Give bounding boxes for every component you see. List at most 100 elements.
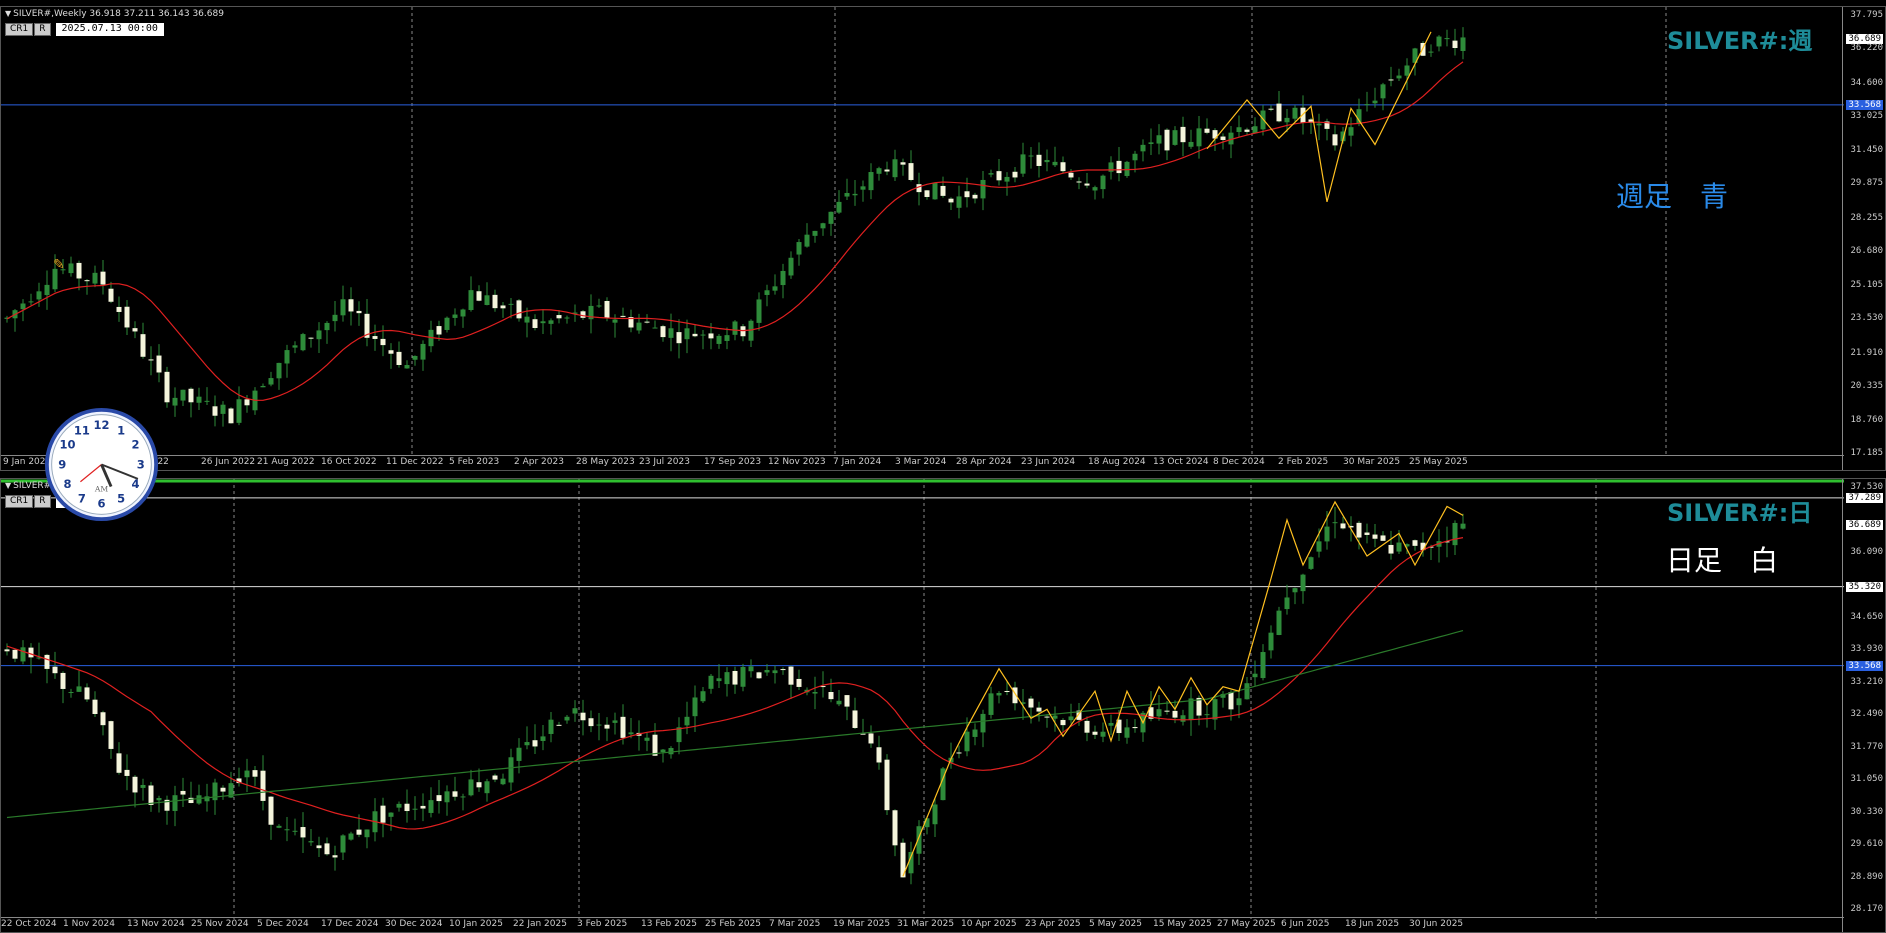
candle-body [828,211,834,224]
weekly-button-row: CR1 R 2025.07.13 00:00 [5,23,164,36]
clock-number: 8 [63,477,71,491]
candle-body [612,720,618,723]
weekly-header-text: SILVER#,Weekly 36.918 37.211 36.143 36.6… [13,9,224,19]
candle-body [324,322,330,331]
daily-chart-pane[interactable]: ▼SILVER# ...279 36.689 CR1 R 00 SILVER#:… [0,478,1886,933]
candle-body [388,812,394,817]
candle-body [788,666,794,685]
candle-body [1452,40,1458,49]
candle-body [1124,161,1130,176]
date-label: 13 Feb 2025 [641,919,698,929]
price-tick: 29.875 [1850,178,1883,189]
r-button[interactable]: R [34,23,51,36]
cr1-button[interactable]: CR1 [5,23,34,36]
candle-body [1076,181,1082,183]
candle-body [436,326,442,335]
candle-body [772,286,778,291]
candle-body [1260,652,1266,679]
candle-body [1316,541,1322,552]
weekly-price-axis[interactable]: 37.795 36.689 36.220 34.600 33.568 33.025 31.4… [1842,7,1885,470]
cr1-button[interactable]: CR1 [5,495,34,508]
candle-body [332,314,338,322]
candle-body [588,718,594,727]
daily-price-axis[interactable]: 37.530 37.289 36.689 36.090 35.320 34.650 33.9… [1842,479,1885,932]
candle-body [1332,134,1338,146]
candle-body [652,734,658,756]
analog-clock[interactable]: 12 12 3 45678 9 1011 AM [44,407,159,522]
time-box[interactable]: 2025.07.13 00:00 [55,23,164,36]
date-label: 15 May 2025 [1153,919,1212,929]
clock-number: 6 [97,497,105,511]
candle-body [244,770,250,778]
candle-body [252,770,258,777]
candle-body [860,186,866,190]
candle-body [1332,522,1338,524]
candle-body [564,317,570,319]
candle-body [804,234,810,247]
candle-body [540,321,546,324]
candle-body [172,397,178,406]
candle-body [972,729,978,737]
candle-body [44,284,50,296]
clock-number: 12 [93,418,109,432]
candle-body [980,713,986,733]
daily-date-axis[interactable]: 22 Oct 2024 1 Nov 2024 13 Nov 2024 25 Nov 2… [1,917,1844,932]
candle-body [1252,126,1258,134]
candle-body [780,669,786,671]
candle-body [532,319,538,328]
date-label: 2 Feb 2025 [1278,457,1329,467]
candle-body [596,724,602,726]
clock-number: 3 [137,457,145,471]
price-tick: 33.930 [1850,644,1883,655]
daily-plot-area[interactable] [1,479,1844,919]
date-label: 2 Apr 2023 [514,457,564,467]
candle-body [332,855,338,858]
candle-body [116,306,122,312]
candle-body [452,314,458,318]
candle-body [820,223,826,229]
candle-body [1180,126,1186,143]
candle-body [364,829,370,838]
date-label: 22 Oct 2024 [1,919,57,929]
candle-body [956,752,962,754]
candle-body [1188,141,1194,147]
candle-body [740,326,746,337]
price-tick: 33.025 [1850,111,1883,122]
candle-body [684,328,690,340]
weekly-date-axis[interactable]: 9 Jan 2022202226 Jun 202221 Aug 202216 O… [1,455,1844,470]
candle-body [1044,159,1050,163]
candle-body [900,162,906,165]
candle-body [700,334,706,336]
candle-body [692,697,698,717]
candle-body [1028,698,1034,708]
candle-body [92,272,98,284]
candle-body [772,670,778,674]
candle-body [1412,540,1418,546]
collapse-triangle-icon[interactable]: ▼ [5,481,11,490]
candle-body [716,335,722,344]
candle-body [1428,51,1434,53]
candle-body [828,692,834,700]
candle-body [580,311,586,318]
candle-body [508,303,514,305]
candle-body [276,362,282,379]
collapse-triangle-icon[interactable]: ▼ [5,9,11,18]
candle-body [100,271,106,285]
candle-body [212,406,218,416]
candle-body [1068,716,1074,721]
candle-body [404,365,410,369]
price-tick: 28.170 [1850,904,1883,914]
price-tag: 35.320 [1846,581,1883,592]
candle-body [460,309,466,317]
date-label: 10 Apr 2025 [961,919,1017,929]
weekly-chart-pane[interactable]: ✎ ▼ SILVER#,Weekly 36.918 37.211 36.143 3… [0,6,1886,471]
candle-body [340,835,346,853]
candle-body [204,400,210,402]
weekly-plot-area[interactable]: ✎ [1,7,1844,457]
candle-body [100,712,106,726]
candle-body [556,724,562,726]
candle-body [708,333,714,339]
candle-body [988,173,994,175]
candle-body [1380,535,1386,541]
candle-body [1364,104,1370,106]
